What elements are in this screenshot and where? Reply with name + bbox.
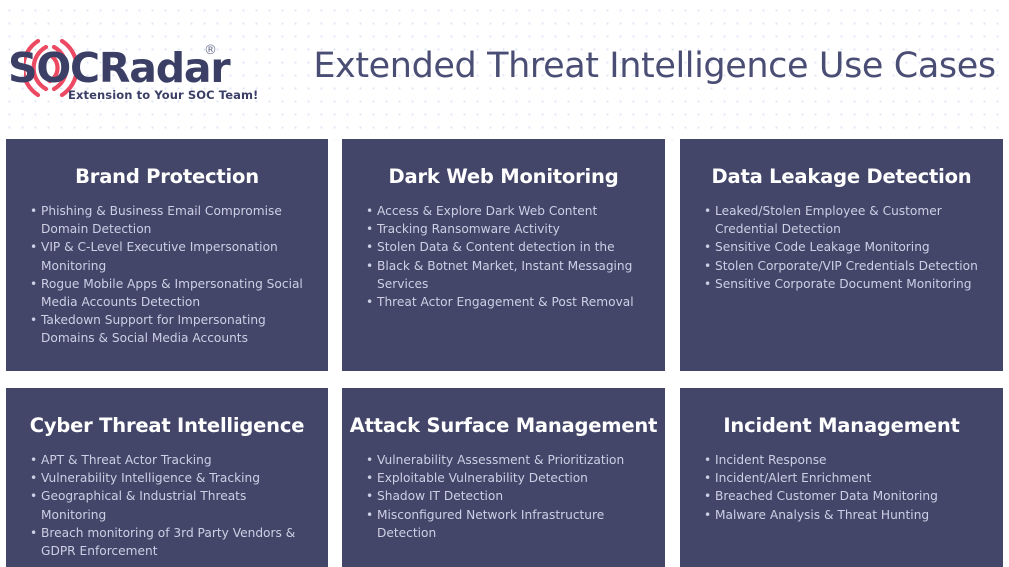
bullet-icon: • — [704, 276, 712, 291]
use-case-card-brand-protection: Brand Protection • Phishing & Business Em… — [6, 139, 328, 371]
list-item-label: Vulnerability Intelligence & Tracking — [41, 471, 260, 486]
use-case-card-incident-management: Incident Management • Incident Response •… — [680, 388, 1003, 567]
list-item: • Stolen Data & Content detection in the — [366, 238, 651, 256]
list-item-label: Exploitable Vulnerability Detection — [377, 471, 588, 486]
use-case-card-cyber-threat-intelligence: Cyber Threat Intelligence • APT & Threat … — [6, 388, 328, 567]
list-item-label: Malware Analysis & Threat Hunting — [715, 507, 930, 522]
bullet-icon: • — [30, 240, 38, 255]
list-item-label: Shadow IT Detection — [377, 489, 504, 504]
bullet-icon: • — [704, 507, 712, 522]
card-title: Data Leakage Detection — [711, 165, 972, 188]
bullet-icon: • — [30, 525, 38, 540]
list-item: • Vulnerability Assessment & Prioritizati… — [366, 451, 651, 469]
card-item-list: • Vulnerability Assessment & Prioritizati… — [342, 437, 665, 542]
use-case-card-attack-surface-management: Attack Surface Management • Vulnerability… — [342, 388, 665, 567]
list-item: • Phishing & Business Email Compromise Do… — [30, 202, 314, 238]
list-item: • Takedown Support for Impersonating Doma… — [30, 311, 314, 347]
list-item-label: VIP & C-Level Executive Impersonation Mo… — [41, 240, 278, 273]
list-item: • Exploitable Vulnerability Detection — [366, 469, 651, 487]
bullet-icon: • — [30, 471, 38, 486]
bullet-icon: • — [30, 453, 38, 467]
list-item: • Malware Analysis & Threat Hunting — [704, 506, 989, 524]
card-item-list: • Access & Explore Dark Web Content • Trac… — [342, 188, 665, 311]
list-item: • Geographical & Industrial Threats Monit… — [30, 487, 314, 523]
list-item: • Incident/Alert Enrichment — [704, 469, 989, 487]
list-item: • Threat Actor Engagement & Post Removal — [366, 293, 651, 311]
bullet-icon: • — [366, 295, 374, 310]
list-item: • Tracking Ransomware Activity — [366, 220, 651, 238]
bullet-icon: • — [704, 489, 712, 504]
bullet-icon: • — [704, 471, 712, 486]
bullet-icon: • — [366, 222, 374, 237]
list-item-label: Threat Actor Engagement & Post Removal — [377, 295, 634, 310]
list-item-label: Misconfigured Network Infrastructure Det… — [377, 507, 605, 540]
list-item-label: Breached Customer Data Monitoring — [715, 489, 938, 504]
list-item: • Incident Response — [704, 451, 989, 469]
list-item-label: Black & Botnet Market, Instant Messaging… — [377, 258, 633, 291]
list-item-label: Takedown Support for Impersonating Domai… — [41, 313, 266, 346]
bullet-icon: • — [704, 453, 712, 467]
list-item-label: Breach monitoring of 3rd Party Vendors &… — [41, 525, 296, 559]
use-case-card-dark-web-monitoring: Dark Web Monitoring • Access & Explore Da… — [342, 139, 665, 371]
card-item-list: • Incident Response • Incident/Alert Enric… — [680, 437, 1003, 524]
logo-wordmark: SOCRadar — [8, 44, 231, 92]
use-case-card-data-leakage-detection: Data Leakage Detection • Leaked/Stolen Em… — [680, 139, 1003, 371]
bullet-icon: • — [366, 507, 374, 522]
list-item-label: Stolen Data & Content detection in the — [377, 240, 615, 255]
list-item: • Sensitive Corporate Document Monitoring — [704, 275, 989, 293]
bullet-icon: • — [366, 204, 374, 218]
bullet-icon: • — [366, 471, 374, 486]
list-item: • APT & Threat Actor Tracking — [30, 451, 314, 469]
logo-soc-text: SOC — [8, 44, 100, 92]
list-item-label: Leaked/Stolen Employee & Customer Creden… — [715, 204, 942, 237]
card-title: Brand Protection — [75, 165, 259, 188]
list-item: • Leaked/Stolen Employee & Customer Crede… — [704, 202, 989, 238]
list-item: • Breached Customer Data Monitoring — [704, 487, 989, 505]
card-title: Attack Surface Management — [349, 414, 658, 437]
bullet-icon: • — [30, 489, 38, 504]
bullet-icon: • — [366, 240, 374, 255]
list-item-label: Access & Explore Dark Web Content — [377, 204, 598, 218]
bullet-icon: • — [30, 313, 38, 328]
bullet-icon: • — [366, 453, 374, 467]
bullet-icon: • — [704, 240, 712, 255]
list-item: • Shadow IT Detection — [366, 487, 651, 505]
card-item-list: • Phishing & Business Email Compromise Do… — [6, 188, 328, 348]
list-item-label: Vulnerability Assessment & Prioritizatio… — [377, 453, 625, 467]
bullet-icon: • — [30, 204, 38, 218]
list-item: • Vulnerability Intelligence & Tracking — [30, 469, 314, 487]
bullet-icon: • — [366, 489, 374, 504]
list-item-label: Phishing & Business Email Compromise Dom… — [41, 204, 282, 237]
list-item-label: Geographical & Industrial Threats Monito… — [41, 489, 247, 522]
list-item-label: Sensitive Corporate Document Monitoring — [715, 276, 972, 291]
bullet-icon: • — [704, 258, 712, 273]
registered-trademark-icon: ® — [204, 43, 217, 58]
list-item: • Rogue Mobile Apps & Impersonating Socia… — [30, 275, 314, 311]
list-item-label: Sensitive Code Leakage Monitoring — [715, 240, 930, 255]
card-title: Cyber Threat Intelligence — [29, 414, 305, 437]
list-item-label: Stolen Corporate/VIP Credentials Detecti… — [715, 258, 978, 273]
list-item: • Black & Botnet Market, Instant Messagin… — [366, 257, 651, 293]
list-item: • Access & Explore Dark Web Content — [366, 202, 651, 220]
card-title: Incident Management — [723, 414, 960, 437]
list-item: • Stolen Corporate/VIP Credentials Detect… — [704, 257, 989, 275]
card-item-list: • APT & Threat Actor Tracking • Vulnerabil… — [6, 437, 328, 560]
logo-tagline: Extension to Your SOC Team! — [68, 88, 259, 102]
card-item-list: • Leaked/Stolen Employee & Customer Crede… — [680, 188, 1003, 293]
list-item: • Breach monitoring of 3rd Party Vendors … — [30, 524, 314, 560]
bullet-icon: • — [366, 258, 374, 273]
bullet-icon: • — [30, 276, 38, 291]
list-item-label: Incident Response — [715, 453, 827, 467]
list-item: • Sensitive Code Leakage Monitoring — [704, 238, 989, 256]
list-item: • VIP & C-Level Executive Impersonation M… — [30, 238, 314, 274]
card-title: Dark Web Monitoring — [388, 165, 619, 188]
list-item: • Misconfigured Network Infrastructure De… — [366, 506, 651, 542]
list-item-label: APT & Threat Actor Tracking — [41, 453, 212, 467]
list-item-label: Tracking Ransomware Activity — [377, 222, 560, 237]
bullet-icon: • — [704, 204, 712, 218]
list-item-label: Incident/Alert Enrichment — [715, 471, 872, 486]
list-item-label: Rogue Mobile Apps & Impersonating Social… — [41, 276, 303, 310]
